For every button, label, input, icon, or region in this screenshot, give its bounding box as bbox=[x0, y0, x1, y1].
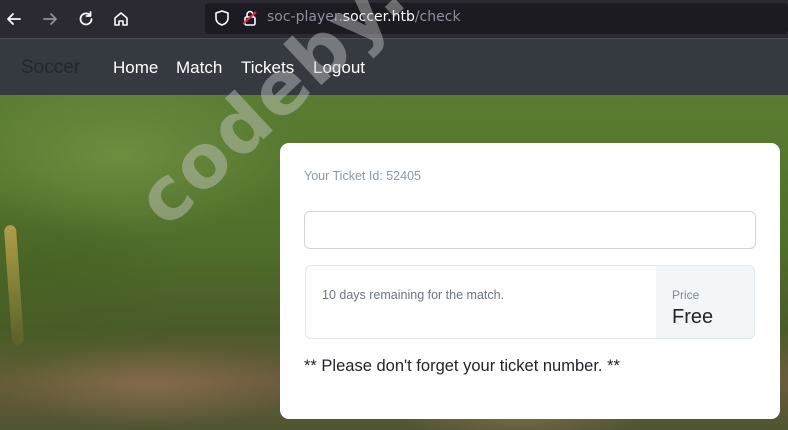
reload-icon bbox=[79, 11, 93, 26]
nav-link-match[interactable]: Match bbox=[176, 58, 222, 78]
back-button[interactable] bbox=[0, 5, 28, 33]
ticket-reminder-note: ** Please don't forget your ticket numbe… bbox=[304, 357, 620, 375]
url-text: soc-player.soccer.htb/check bbox=[267, 9, 461, 25]
nav-link-tickets[interactable]: Tickets bbox=[241, 58, 294, 78]
price-label: Price bbox=[672, 288, 700, 302]
home-icon bbox=[114, 12, 128, 26]
forward-button[interactable] bbox=[36, 5, 64, 33]
lock-warning-icon[interactable] bbox=[241, 9, 259, 27]
reload-button[interactable] bbox=[72, 5, 100, 33]
url-bar[interactable]: soc-player.soccer.htb/check bbox=[205, 3, 788, 34]
ticket-id-label: Your Ticket Id: 52405 bbox=[304, 169, 421, 183]
ticket-card: Your Ticket Id: 52405 10 days remaining … bbox=[280, 143, 780, 419]
home-button[interactable] bbox=[107, 5, 135, 33]
forward-icon bbox=[43, 13, 57, 25]
nav-link-home[interactable]: Home bbox=[113, 58, 158, 78]
back-icon bbox=[7, 13, 21, 25]
price-value: Free bbox=[672, 306, 714, 328]
site-navbar: Soccer Home Match Tickets Logout bbox=[0, 38, 788, 95]
price-cell: Price Free bbox=[656, 266, 754, 338]
nav-link-logout[interactable]: Logout bbox=[313, 58, 365, 78]
shield-icon[interactable] bbox=[213, 9, 231, 27]
ticket-check-input[interactable] bbox=[304, 211, 756, 249]
match-info-box: 10 days remaining for the match. Price F… bbox=[305, 265, 755, 339]
grass-decoration bbox=[3, 224, 25, 346]
days-remaining-text: 10 days remaining for the match. bbox=[322, 288, 505, 302]
brand-logo[interactable]: Soccer bbox=[21, 57, 80, 79]
browser-toolbar: soc-player.soccer.htb/check bbox=[0, 0, 788, 38]
